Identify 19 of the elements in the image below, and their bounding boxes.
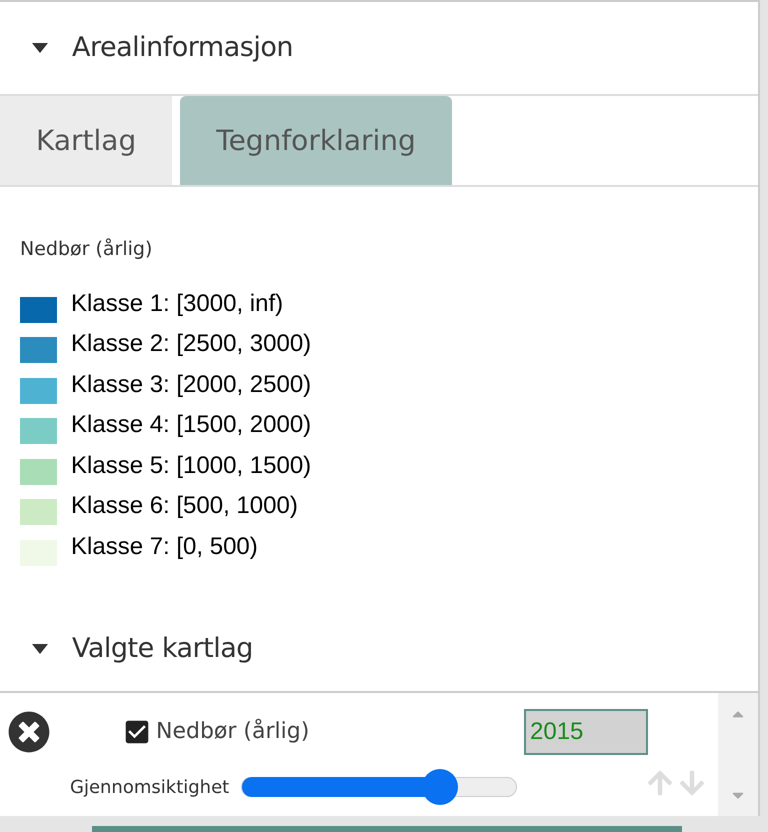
scrollbar[interactable] xyxy=(718,693,758,816)
legend-label: Klasse 3: [2000, 2500) xyxy=(71,370,312,400)
tab[interactable]: Kartlag xyxy=(0,96,172,185)
layer-name: Nedbør (årlig) xyxy=(156,718,310,746)
opacity-label: Gjennomsiktighet xyxy=(70,776,230,800)
legend-title: Nedbør (årlig) xyxy=(20,237,154,262)
opacity-slider[interactable] xyxy=(241,769,518,805)
remove-icon[interactable] xyxy=(8,711,50,753)
move-down-icon[interactable] xyxy=(678,769,706,797)
move-up-icon[interactable] xyxy=(646,769,674,797)
caret-down-icon xyxy=(32,43,48,53)
caret-down-icon xyxy=(32,644,48,654)
tab[interactable]: Tegnforklaring xyxy=(180,96,452,185)
legend-label: Klasse 4: [1500, 2000) xyxy=(71,410,312,440)
legend-label: Klasse 5: [1000, 1500) xyxy=(71,450,312,481)
legend-label: Klasse 7: [0, 500) xyxy=(71,532,258,562)
legend-label: Klasse 2: [2500, 3000) xyxy=(71,329,312,360)
legend-label: Klasse 6: [500, 1000) xyxy=(71,491,298,522)
legend-label: Klasse 1: [3000, inf) xyxy=(71,288,284,319)
